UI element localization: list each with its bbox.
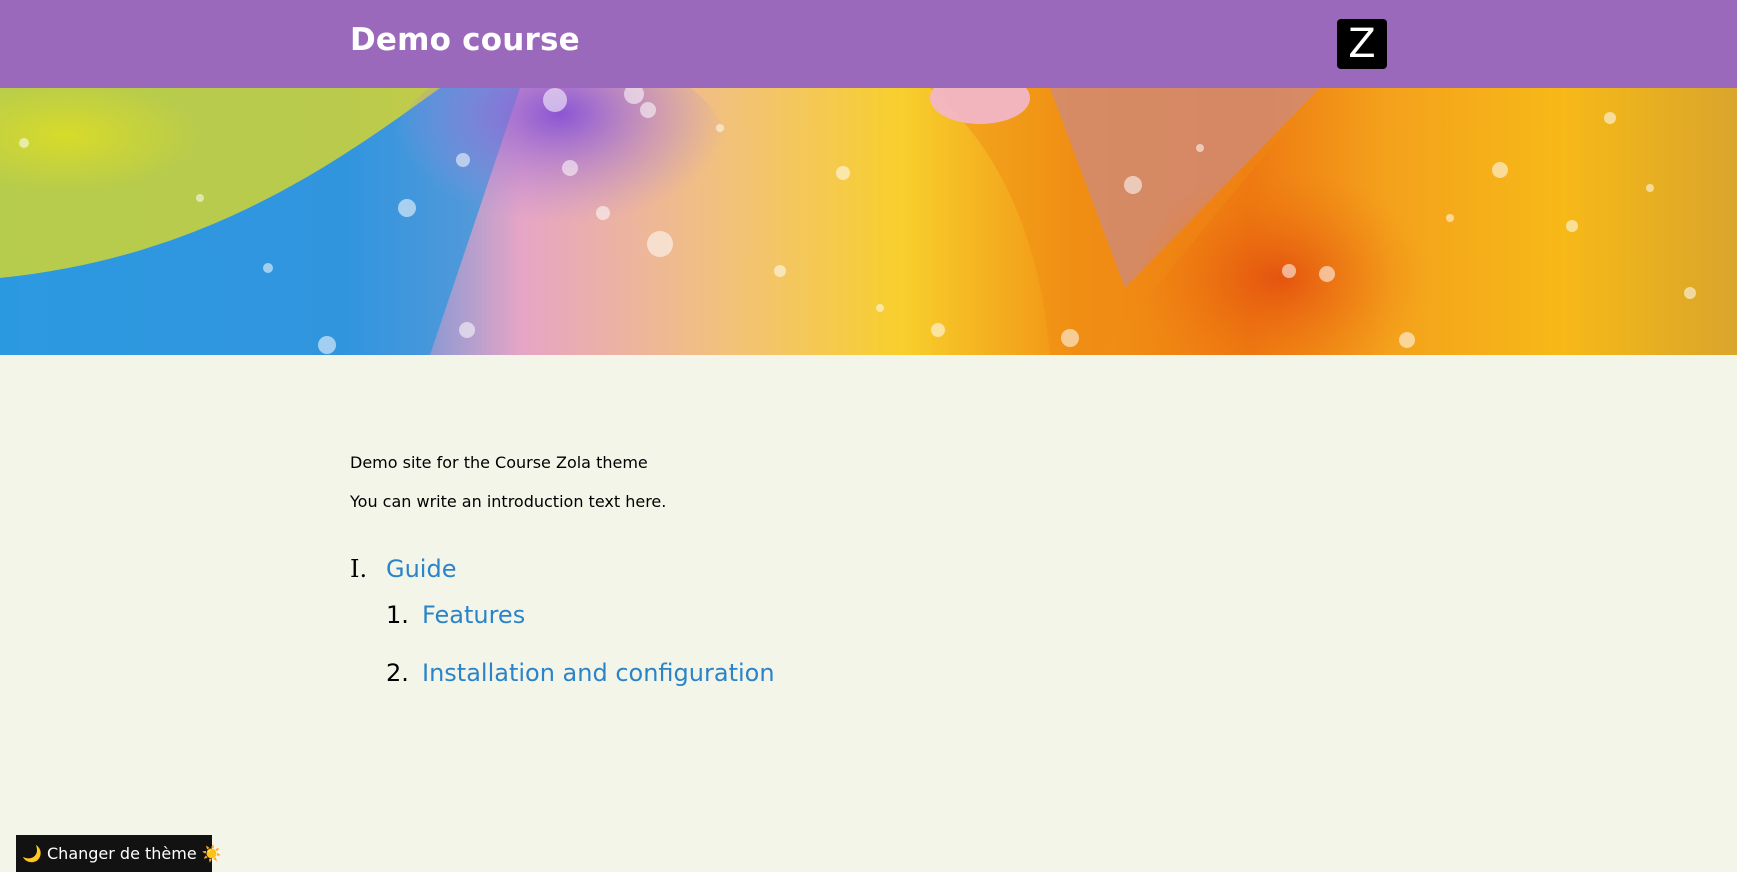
intro-line-2: You can write an introduction text here. <box>350 492 667 511</box>
section-link-features[interactable]: Features <box>422 601 525 629</box>
section-number: 1. <box>386 601 409 629</box>
toc-section-item: 1. Features <box>386 601 1350 629</box>
intro-line-1: Demo site for the Course Zola theme <box>350 453 648 472</box>
section-number: 2. <box>386 659 409 687</box>
chapter-numeral: I. <box>350 555 368 583</box>
chapter-link-guide[interactable]: Guide <box>386 555 456 583</box>
banner-image <box>0 88 1737 355</box>
toc-section-item: 2. Installation and configuration <box>386 659 1350 687</box>
main-content: Demo site for the Course Zola theme You … <box>350 452 1350 687</box>
section-link-installation[interactable]: Installation and configuration <box>422 659 775 687</box>
site-header: Demo course Z <box>0 0 1737 88</box>
site-title-link[interactable]: Demo course <box>350 22 580 58</box>
toc-sections: 1. Features 2. Installation and configur… <box>386 601 1350 687</box>
table-of-contents: I. Guide 1. Features 2. Installation and… <box>350 555 1350 687</box>
zola-logo[interactable]: Z <box>1337 19 1387 69</box>
toc-chapter: I. Guide <box>350 555 1350 583</box>
theme-toggle-button[interactable]: 🌙 Changer de thème ☀️ <box>16 835 222 872</box>
intro-text: Demo site for the Course Zola theme You … <box>350 452 1350 513</box>
